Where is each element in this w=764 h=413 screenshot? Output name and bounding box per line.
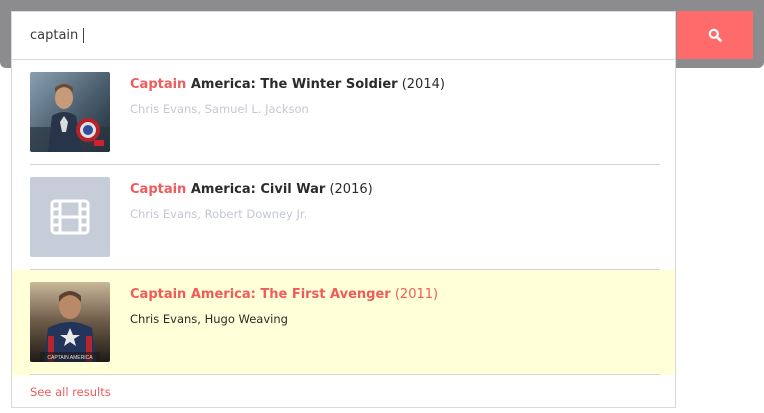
result-cast: Chris Evans, Robert Downey Jr. [130, 207, 308, 221]
search-input[interactable]: captain [11, 11, 676, 59]
result-item[interactable]: CAPTAIN AMERICA Captain America: The Fir… [12, 270, 675, 375]
autocomplete-dropdown: Captain America: The Winter Soldier (201… [11, 59, 676, 408]
see-all-results-link[interactable]: See all results [30, 385, 111, 399]
result-title: Captain America: The First Avenger (2011… [130, 287, 439, 302]
movie-poster-first-avenger: CAPTAIN AMERICA [30, 282, 110, 362]
result-item[interactable]: Captain America: The Winter Soldier (201… [12, 60, 675, 165]
film-placeholder-icon [30, 177, 110, 257]
search-icon [708, 28, 722, 42]
search-button[interactable] [677, 11, 753, 59]
result-cast: Chris Evans, Samuel L. Jackson [130, 102, 309, 116]
divider [30, 374, 660, 375]
result-title: Captain America: Civil War (2016) [130, 182, 373, 197]
svg-text:CAPTAIN AMERICA: CAPTAIN AMERICA [47, 355, 93, 361]
text-caret [83, 28, 85, 43]
result-item[interactable]: Captain America: Civil War (2016) Chris … [12, 165, 675, 270]
result-cast: Chris Evans, Hugo Weaving [130, 312, 288, 326]
movie-poster-winter-soldier [30, 72, 110, 152]
search-query: captain [30, 28, 79, 43]
result-title: Captain America: The Winter Soldier (201… [130, 77, 445, 92]
